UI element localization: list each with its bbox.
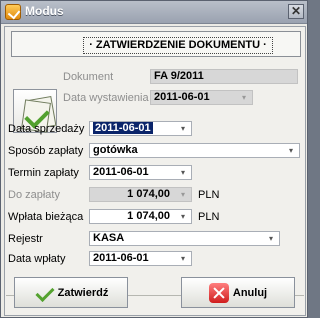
issue-date-field: 2011-06-01 ▾ <box>150 90 253 105</box>
sale-date-value: 2011-06-01 <box>93 122 153 134</box>
dialog-header-label: · ZATWIERDZENIE DOKUMENTU · <box>83 37 273 54</box>
title-bar[interactable]: Modus ✕ <box>1 1 307 24</box>
current-payment-label: Wpłata bieżąca <box>8 211 84 223</box>
chevron-down-icon[interactable]: ▾ <box>175 122 191 135</box>
to-pay-field: 1 074,00 ▾ <box>89 187 192 202</box>
close-icon <box>208 282 229 303</box>
sale-date-picker[interactable]: 2011-06-01 ▾ <box>89 121 192 136</box>
chevron-down-icon[interactable]: ▾ <box>283 144 299 157</box>
sale-date-label: Data sprzedaży <box>8 123 85 135</box>
register-select[interactable]: KASA ▾ <box>89 231 280 246</box>
current-payment-value: 1 074,00 <box>127 210 170 222</box>
modus-window: Modus ✕ · ZATWIERDZENIE DOKUMENTU · Doku… <box>0 0 308 318</box>
payment-method-label: Sposób zapłaty <box>8 145 84 157</box>
document-label: Dokument <box>63 71 114 83</box>
confirm-button[interactable]: Zatwierdź <box>14 277 128 308</box>
register-label: Rejestr <box>8 233 43 245</box>
chevron-down-icon[interactable]: ▾ <box>175 166 191 179</box>
payment-method-value: gotówka <box>93 144 138 156</box>
payment-method-select[interactable]: gotówka ▾ <box>89 143 300 158</box>
cancel-button-label: Anuluj <box>232 286 268 299</box>
register-value: KASA <box>93 232 125 244</box>
check-icon <box>34 283 54 303</box>
chevron-down-icon[interactable]: ▾ <box>175 252 191 265</box>
chevron-down-icon: ▾ <box>241 93 246 102</box>
payment-term-picker[interactable]: 2011-06-01 ▾ <box>89 165 192 180</box>
payment-date-picker[interactable]: 2011-06-01 ▾ <box>89 251 192 266</box>
current-payment-input[interactable]: 1 074,00 ▾ <box>89 209 192 224</box>
document-number-value: FA 9/2011 <box>154 70 204 82</box>
dialog-content: · ZATWIERDZENIE DOKUMENTU · Dokument FA … <box>4 26 306 316</box>
confirm-button-label: Zatwierdź <box>57 286 109 299</box>
current-payment-currency: PLN <box>198 211 220 223</box>
modus-app-icon <box>5 4 21 20</box>
payment-date-label: Data wpłaty <box>8 253 66 265</box>
issue-date-label: Data wystawienia <box>63 92 149 104</box>
window-title: Modus <box>25 4 64 18</box>
payment-term-label: Termin zapłaty <box>8 167 79 179</box>
chevron-down-icon[interactable]: ▾ <box>263 232 279 245</box>
cancel-button[interactable]: Anuluj <box>181 277 295 308</box>
to-pay-label: Do zapłaty <box>8 189 60 201</box>
chevron-down-icon[interactable]: ▾ <box>175 210 191 223</box>
to-pay-value: 1 074,00 <box>127 188 170 200</box>
header-group: · ZATWIERDZENIE DOKUMENTU · <box>11 31 301 57</box>
document-number-field: FA 9/2011 <box>150 69 298 84</box>
to-pay-currency: PLN <box>198 189 220 201</box>
issue-date-value: 2011-06-01 <box>154 91 210 103</box>
payment-date-value: 2011-06-01 <box>93 252 149 264</box>
payment-term-value: 2011-06-01 <box>93 166 149 178</box>
close-button[interactable]: ✕ <box>288 4 304 19</box>
chevron-down-icon: ▾ <box>180 190 185 199</box>
